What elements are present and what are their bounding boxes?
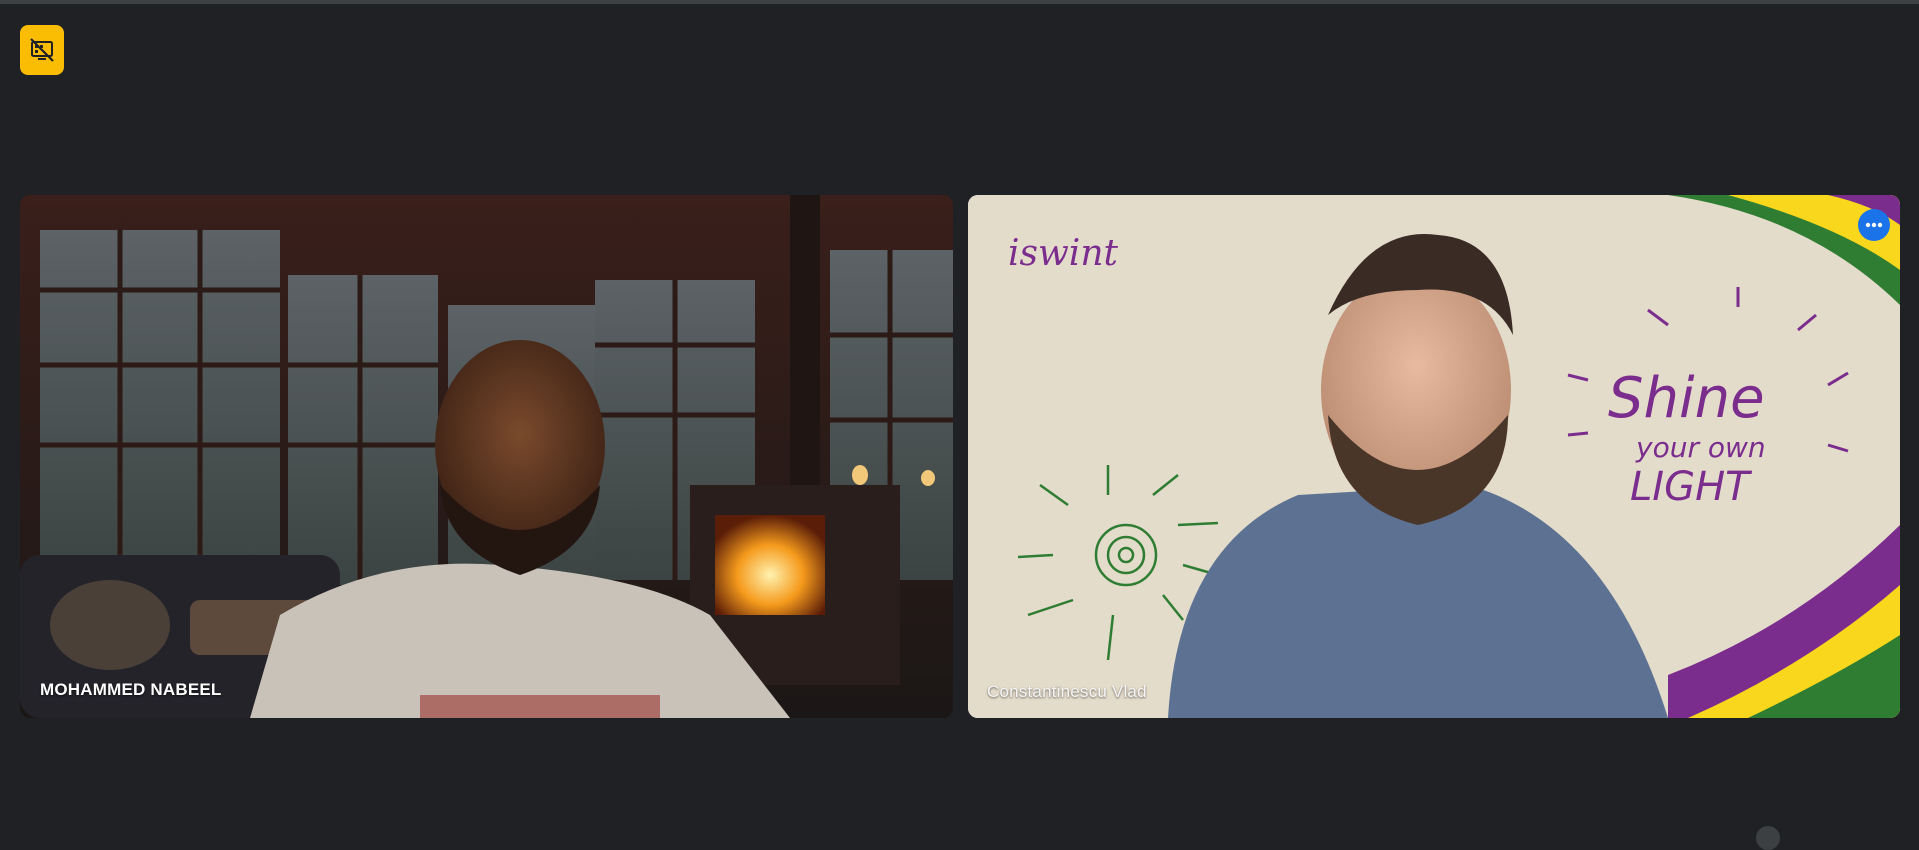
video-feed — [20, 195, 953, 718]
more-options-button[interactable] — [1858, 209, 1890, 241]
slogan-line1: Shine — [1608, 366, 1765, 431]
slogan-line3: LIGHT — [1630, 464, 1753, 510]
background-logo: iswint — [1008, 233, 1119, 274]
participant-name: MOHAMMED NABEEL — [40, 680, 222, 699]
participant-tile-constantinescu[interactable]: iswint Shine your own LIGHT Constantines… — [968, 195, 1900, 718]
participant-name: Constantinescu Vlad — [987, 682, 1147, 701]
present-status-button[interactable] — [20, 25, 64, 75]
video-feed: iswint Shine your own LIGHT — [968, 195, 1900, 718]
participant-tile-mohammed[interactable]: MOHAMMED NABEEL — [20, 195, 953, 718]
slogan-line2: your own — [1635, 431, 1766, 464]
floating-indicator — [1756, 826, 1780, 850]
top-divider — [0, 0, 1919, 4]
presentation-off-icon — [30, 38, 54, 62]
more-options-icon — [1865, 222, 1883, 228]
